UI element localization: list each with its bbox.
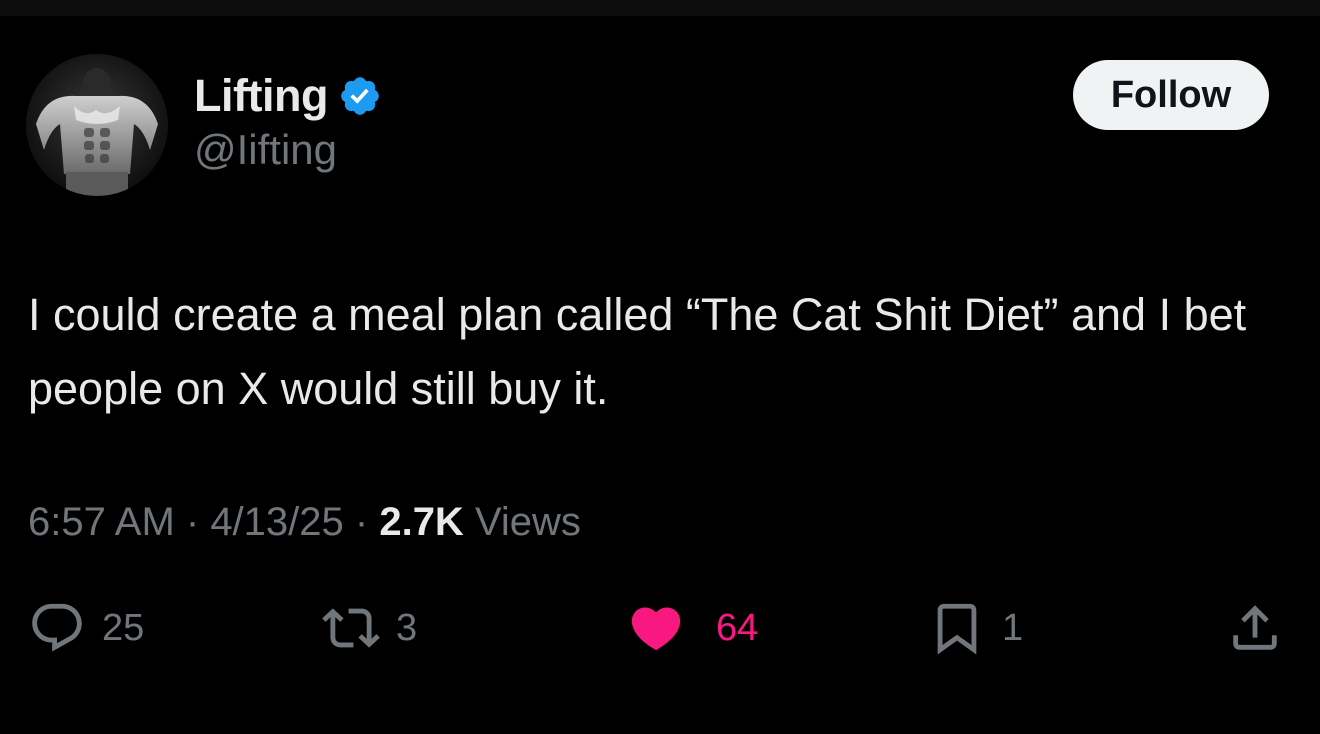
tweet-meta: 6:57 AM · 4/13/25 · 2.7K Views <box>28 500 581 545</box>
bookmark-icon <box>928 599 986 657</box>
repost-count: 3 <box>396 606 418 649</box>
share-icon <box>1226 599 1284 657</box>
share-button[interactable] <box>1226 598 1284 658</box>
bookmark-count: 1 <box>1002 606 1024 649</box>
like-button[interactable]: 64 <box>626 598 758 658</box>
author-block: Lifting @Iifting <box>194 70 382 174</box>
avatar[interactable] <box>26 54 168 196</box>
like-count: 64 <box>716 606 759 649</box>
bookmark-button[interactable]: 1 <box>928 598 1023 658</box>
tweet-time[interactable]: 6:57 AM <box>28 500 175 544</box>
tweet-date[interactable]: 4/13/25 <box>210 500 343 544</box>
tweet-text: I could create a meal plan called “The C… <box>28 289 1247 414</box>
views-count: 2.7K <box>379 500 464 544</box>
display-name[interactable]: Lifting <box>194 70 328 122</box>
reply-icon <box>28 599 86 657</box>
avatar-image <box>26 54 168 196</box>
reply-count: 25 <box>102 606 145 649</box>
handle[interactable]: @Iifting <box>194 126 382 174</box>
verified-badge-icon <box>338 74 382 118</box>
heart-icon <box>626 599 686 657</box>
views-label: Views <box>463 500 581 544</box>
meta-separator: · <box>174 500 211 544</box>
repost-button[interactable]: 3 <box>322 598 417 658</box>
repost-icon <box>322 599 380 657</box>
name-row: Lifting <box>194 70 382 122</box>
top-strip <box>0 0 1320 16</box>
follow-button[interactable]: Follow <box>1073 60 1269 130</box>
meta-separator: · <box>343 500 380 544</box>
reply-button[interactable]: 25 <box>28 598 144 658</box>
